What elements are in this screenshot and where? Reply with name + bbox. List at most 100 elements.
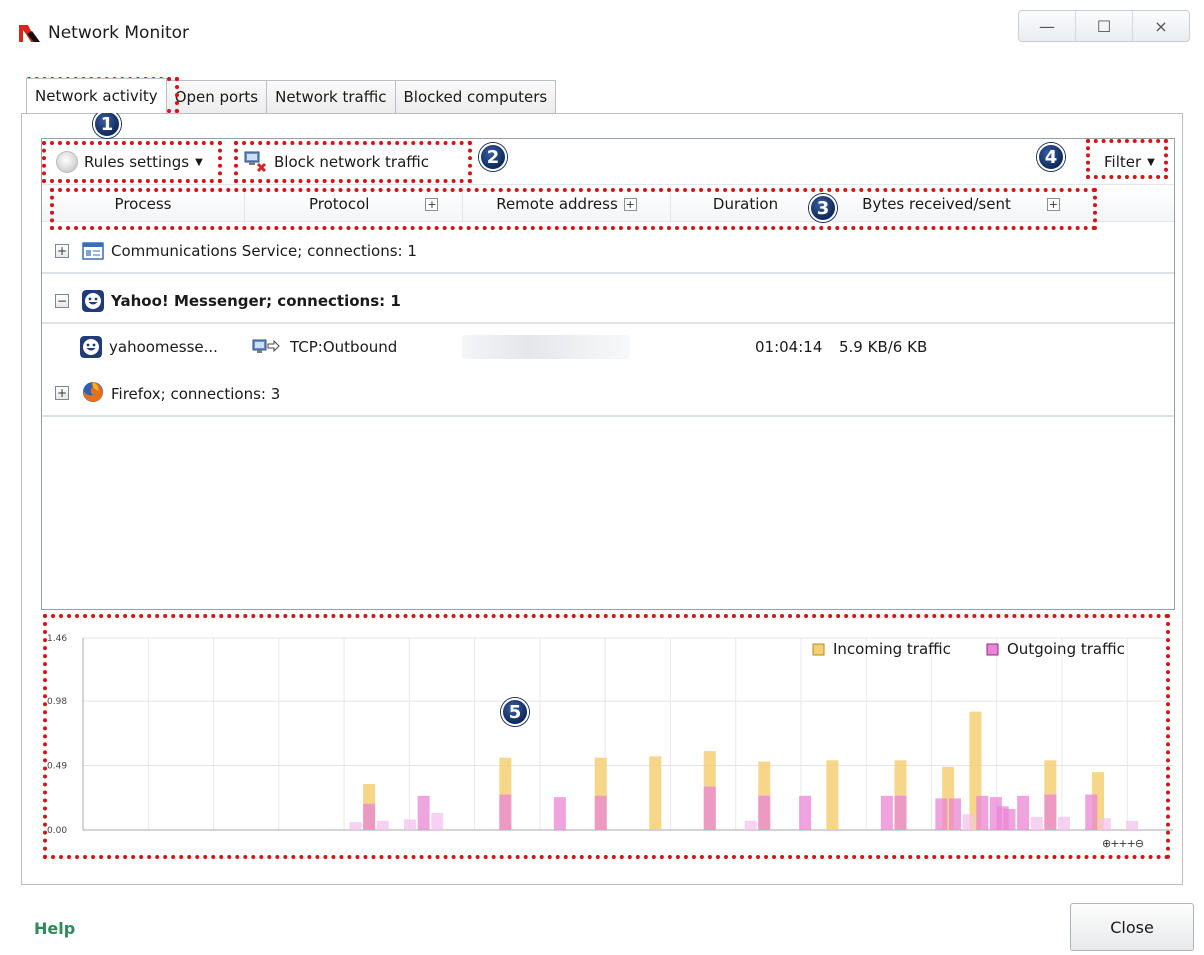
tab-open-ports[interactable]: Open ports (165, 80, 268, 113)
title-bar: Network Monitor — ☐ × (0, 0, 1204, 60)
outgoing-bar (1044, 794, 1057, 830)
traffic-chart-svg: 1.46 0.98 0.49 0.00 Incoming traffic Outgoing… (47, 634, 1173, 836)
outgoing-bar (1126, 820, 1139, 830)
y-tick-label: 1.46 (47, 634, 67, 644)
expand-icon[interactable]: + (55, 386, 69, 400)
outgoing-bar (894, 795, 907, 830)
chart-zoom-controls[interactable]: ⊕+++⊖ (1102, 837, 1144, 850)
connection-duration: 01:04:14 (755, 338, 823, 356)
chevron-down-icon: ▼ (1147, 156, 1155, 168)
tab-blocked-computers[interactable]: Blocked computers (394, 80, 557, 113)
column-protocol[interactable]: Protocol + (245, 186, 463, 222)
outbound-connection-icon (252, 339, 280, 353)
legend-incoming-label: Incoming traffic (833, 640, 951, 658)
column-process[interactable]: Process (42, 186, 245, 222)
activity-list: Rules settings ▼ Block network traffic F… (41, 138, 1175, 610)
rules-settings-label: Rules settings (84, 153, 190, 171)
column-process-label: Process (114, 195, 172, 213)
group-label: Yahoo! Messenger; connections: 1 (111, 292, 401, 310)
incoming-bar (649, 756, 662, 830)
column-bytes-label: Bytes received/sent (862, 195, 1011, 213)
group-row-communications-service[interactable]: + Communications Service; connections: 1 (42, 229, 1174, 274)
maximize-button[interactable]: ☐ (1076, 11, 1133, 41)
expand-column-icon[interactable]: + (425, 197, 439, 211)
connection-bytes: 5.9 KB/6 KB (839, 338, 928, 356)
firefox-icon (83, 382, 103, 402)
outgoing-bar (553, 797, 566, 830)
column-duration-label: Duration (712, 195, 779, 213)
chevron-down-icon: ▼ (195, 156, 203, 168)
outgoing-bar (594, 795, 607, 830)
outgoing-bar (1098, 818, 1111, 830)
close-window-button[interactable]: × (1133, 11, 1189, 41)
close-button-label: Close (1110, 917, 1154, 937)
tab-network-traffic[interactable]: Network traffic (266, 80, 396, 113)
annotation-badge-1: 1 (93, 110, 121, 138)
tab-network-activity[interactable]: Network activity (26, 78, 167, 113)
help-link[interactable]: Help (34, 919, 75, 938)
rules-settings-button[interactable]: Rules settings ▼ (56, 147, 203, 177)
tab-bar: Network activity Open ports Network traf… (26, 78, 557, 114)
close-button[interactable]: Close (1070, 903, 1194, 951)
outgoing-bar (363, 803, 376, 830)
kaspersky-logo-icon (19, 25, 40, 42)
legend-outgoing-label: Outgoing traffic (1007, 640, 1125, 658)
collapse-icon[interactable]: − (55, 294, 69, 308)
outgoing-bar (404, 819, 416, 830)
legend-incoming-swatch (812, 643, 825, 656)
outgoing-bar (976, 795, 989, 830)
outgoing-bar (703, 786, 716, 830)
outgoing-bar (962, 814, 975, 830)
expand-column-icon[interactable]: + (1046, 197, 1060, 211)
outgoing-bar (744, 820, 757, 830)
column-duration[interactable]: Duration (671, 186, 821, 222)
outgoing-bar (1003, 808, 1016, 830)
remote-address-redacted (462, 335, 630, 359)
outgoing-bar (376, 820, 389, 830)
annotation-badge-5: 5 (501, 698, 529, 726)
block-network-icon (244, 151, 267, 173)
traffic-chart: 1.46 0.98 0.49 0.00 Incoming traffic Outgoing… (43, 614, 1177, 854)
column-header-row: Process Protocol + Remote address + Dura… (42, 186, 1174, 222)
y-tick-label: 0.00 (47, 826, 67, 836)
toolbar: Rules settings ▼ Block network traffic F… (42, 139, 1174, 185)
minimize-button[interactable]: — (1019, 11, 1076, 41)
expand-column-icon[interactable]: + (623, 197, 637, 211)
group-label: Communications Service; connections: 1 (111, 242, 417, 260)
yahoo-messenger-icon (80, 336, 102, 358)
block-network-traffic-button[interactable]: Block network traffic (244, 147, 429, 177)
annotation-badge-2: 2 (479, 143, 507, 171)
group-label: Firefox; connections: 3 (111, 385, 281, 403)
incoming-bar (826, 760, 839, 830)
main-panel: Rules settings ▼ Block network traffic F… (21, 113, 1183, 885)
column-protocol-label: Protocol (309, 195, 370, 213)
filter-label: Filter (1104, 153, 1142, 171)
group-row-firefox[interactable]: + Firefox; connections: 3 (42, 371, 1174, 417)
y-tick-label: 0.98 (47, 697, 67, 707)
block-network-traffic-label: Block network traffic (274, 153, 430, 171)
outgoing-bar (1030, 816, 1043, 830)
outgoing-bar (431, 812, 444, 830)
yahoo-messenger-icon (82, 290, 104, 312)
filter-button[interactable]: Filter ▼ (1104, 147, 1155, 177)
outgoing-bar (758, 795, 771, 830)
expand-icon[interactable]: + (55, 244, 69, 258)
column-remote-address-label: Remote address (496, 195, 618, 213)
column-remote-address[interactable]: Remote address + (463, 186, 671, 222)
window-title: Network Monitor (48, 23, 190, 43)
outgoing-bar (880, 795, 893, 830)
legend-outgoing-swatch (986, 643, 999, 656)
connection-process: yahoomesse... (109, 338, 218, 356)
outgoing-bar (349, 822, 362, 830)
outgoing-bar (949, 798, 961, 830)
annotation-badge-4: 4 (1037, 143, 1065, 171)
connection-protocol: TCP:Outbound (290, 338, 398, 356)
outgoing-bar (417, 795, 430, 830)
outgoing-bar (1058, 816, 1070, 830)
connection-row[interactable]: yahoomesse... TCP:Outbound 01:04:14 5.9 … (42, 327, 1174, 367)
network-monitor-window: Network Monitor — ☐ × Network activity O… (0, 0, 1204, 955)
column-bytes[interactable]: Bytes received/sent + (821, 186, 1101, 222)
group-row-yahoo-messenger[interactable]: − Yahoo! Messenger; connections: 1 (42, 279, 1174, 324)
gear-icon (56, 151, 78, 173)
annotation-badge-3: 3 (809, 194, 837, 222)
